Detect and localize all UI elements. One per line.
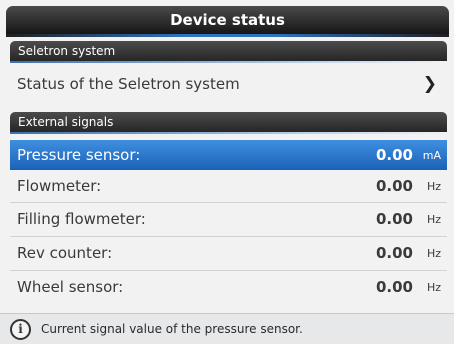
- signal-unit: Hz: [426, 179, 441, 193]
- signal-label: Flowmeter:: [17, 177, 102, 195]
- row-divider: [10, 270, 447, 271]
- device-status-window: Device status Seletron system Status of …: [0, 0, 454, 344]
- signal-value: 0.00: [375, 146, 413, 164]
- window-title: Device status: [6, 6, 449, 34]
- info-text: Current signal value of the pressure sen…: [41, 322, 303, 336]
- menu-item-label: Status of the Seletron system: [17, 75, 240, 93]
- signal-unit: Hz: [426, 280, 441, 294]
- section-header-external-signals: External signals: [10, 112, 447, 134]
- menu-item-seletron-status[interactable]: Status of the Seletron system ❯: [10, 69, 447, 99]
- signal-value: 0.00: [375, 244, 413, 262]
- signal-label: Rev counter:: [17, 244, 113, 262]
- info-icon: i: [10, 318, 31, 340]
- signal-row-filling-flowmeter[interactable]: Filling flowmeter: 0.00 Hz: [10, 204, 447, 234]
- signal-row-rev-counter[interactable]: Rev counter: 0.00 Hz: [10, 238, 447, 268]
- signal-row-flowmeter[interactable]: Flowmeter: 0.00 Hz: [10, 171, 447, 201]
- signal-label: Wheel sensor:: [17, 278, 124, 296]
- signal-value: 0.00: [375, 210, 413, 228]
- signal-row-wheel-sensor[interactable]: Wheel sensor: 0.00 Hz: [10, 272, 447, 302]
- signal-unit: Hz: [426, 212, 441, 226]
- signal-row-pressure-sensor[interactable]: Pressure sensor: 0.00 mA: [10, 140, 447, 170]
- signal-unit: mA: [422, 148, 441, 162]
- row-divider: [10, 202, 447, 203]
- signal-value: 0.00: [375, 278, 413, 296]
- info-bar: i Current signal value of the pressure s…: [0, 313, 454, 344]
- row-divider: [10, 236, 447, 237]
- chevron-right-icon: ❯: [422, 74, 437, 94]
- signal-unit: Hz: [426, 246, 441, 260]
- section-header-seletron: Seletron system: [10, 41, 447, 63]
- signal-label: Pressure sensor:: [17, 146, 141, 164]
- title-accent-line: [6, 34, 449, 37]
- signal-value: 0.00: [375, 177, 413, 195]
- signal-label: Filling flowmeter:: [17, 210, 146, 228]
